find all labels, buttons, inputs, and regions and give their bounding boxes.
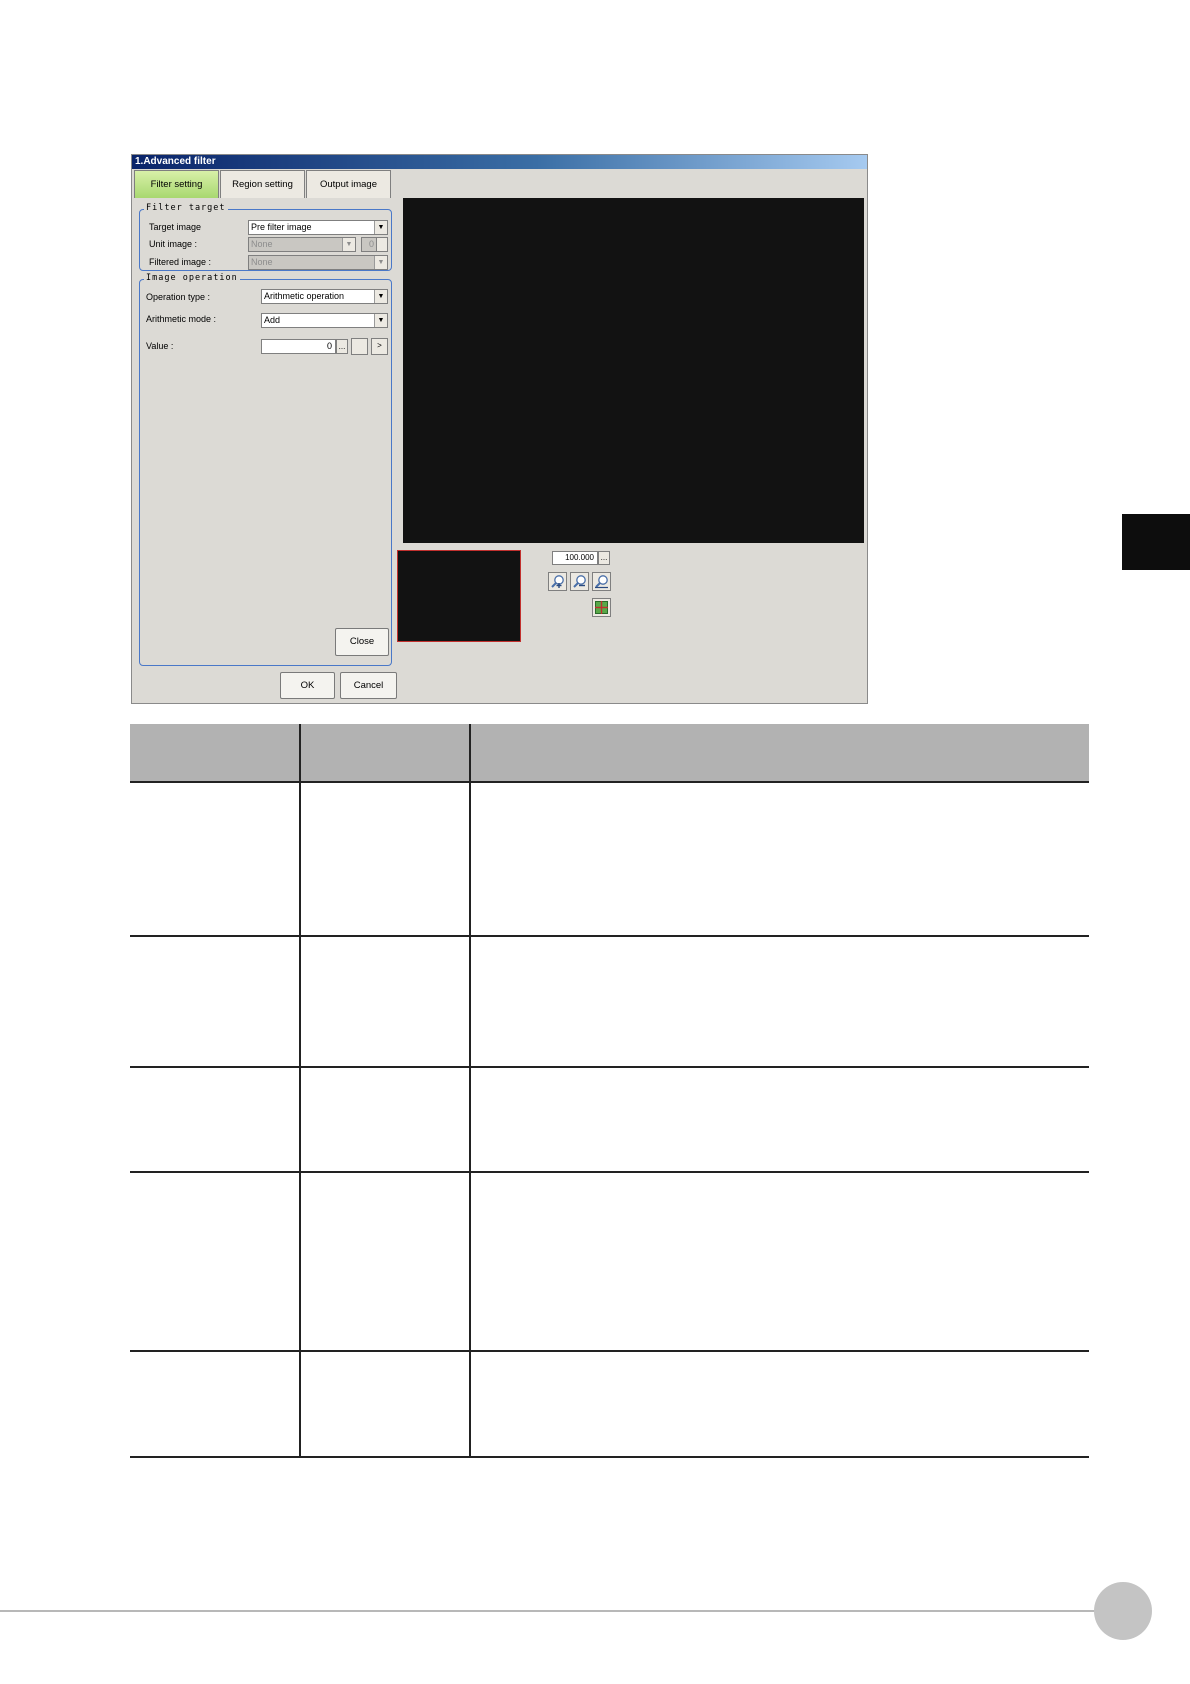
filtered-image-select: None ▼ (248, 255, 388, 270)
unit-image-number: 0 (361, 237, 377, 252)
table-row-divider (130, 1066, 1089, 1068)
unit-image-label: Unit image : (149, 239, 198, 249)
filter-target-group: Filter target Target image Pre filter im… (139, 203, 392, 271)
zoom-out-icon (573, 575, 586, 588)
navigation-thumbnail[interactable] (397, 550, 521, 642)
unit-image-select: None ▼ (248, 237, 356, 252)
arithmetic-mode-label: Arithmetic mode : (146, 314, 217, 324)
chevron-down-icon: ▼ (342, 238, 355, 251)
zoom-in-button[interactable] (548, 572, 567, 591)
unit-image-spin-button (376, 237, 388, 252)
table-row-divider (130, 1171, 1089, 1173)
tab-filter-setting[interactable]: Filter setting (134, 170, 219, 198)
zoom-out-button[interactable] (570, 572, 589, 591)
page-number-circle (1094, 1582, 1152, 1640)
zoom-ellipsis-button[interactable]: ... (598, 551, 610, 565)
zoom-in-icon (551, 575, 564, 588)
chevron-down-icon: ▼ (374, 256, 387, 269)
value-label: Value : (146, 341, 174, 351)
target-image-select[interactable]: Pre filter image ▼ (248, 220, 388, 235)
tab-output-image[interactable]: Output image (306, 170, 391, 198)
table-row-divider (130, 935, 1089, 937)
operation-type-label: Operation type : (146, 292, 211, 302)
advanced-filter-dialog: 1.Advanced filter Filter setting Region … (131, 154, 868, 704)
fit-frame-button[interactable] (592, 598, 611, 617)
dialog-title: 1.Advanced filter (132, 155, 867, 169)
close-button[interactable]: Close (335, 628, 389, 656)
table-column-divider (299, 724, 301, 1457)
operation-type-value: Arithmetic operation (264, 291, 345, 301)
image-operation-group: Image operation Operation type : Arithme… (139, 273, 392, 666)
zoom-fit-icon (595, 575, 608, 589)
value-ellipsis-button[interactable]: ... (336, 339, 348, 354)
tab-region-setting[interactable]: Region setting (220, 170, 305, 198)
table-row-divider (130, 1350, 1089, 1352)
table-bottom-rule (130, 1456, 1089, 1458)
chevron-down-icon: ▼ (374, 314, 387, 327)
image-operation-title: Image operation (144, 273, 240, 283)
chevron-down-icon: ▼ (374, 290, 387, 303)
arithmetic-mode-select[interactable]: Add ▼ (261, 313, 388, 328)
operation-type-select[interactable]: Arithmetic operation ▼ (261, 289, 388, 304)
filter-target-title: Filter target (144, 203, 228, 213)
table-rule (130, 781, 1089, 783)
table-column-divider (469, 724, 471, 1457)
value-next-button[interactable]: > (371, 338, 388, 355)
ok-button[interactable]: OK (280, 672, 335, 699)
fit-frame-icon (595, 601, 608, 614)
arithmetic-mode-value: Add (264, 315, 281, 325)
table-header (130, 724, 1089, 782)
target-image-value: Pre filter image (251, 222, 312, 232)
zoom-fit-button[interactable] (592, 572, 611, 591)
cancel-button[interactable]: Cancel (340, 672, 397, 699)
target-image-label: Target image (149, 222, 202, 232)
zoom-input[interactable]: 100.000 (552, 551, 598, 565)
image-display[interactable] (403, 198, 864, 543)
filtered-image-label: Filtered image : (149, 257, 212, 267)
unit-image-value: None (251, 239, 273, 249)
footer-line (0, 1610, 1100, 1612)
chapter-side-tab (1122, 514, 1190, 570)
value-input[interactable]: 0 (261, 339, 336, 354)
value-blank-button[interactable] (351, 338, 368, 355)
chevron-down-icon: ▼ (374, 221, 387, 234)
filtered-image-value: None (251, 257, 273, 267)
